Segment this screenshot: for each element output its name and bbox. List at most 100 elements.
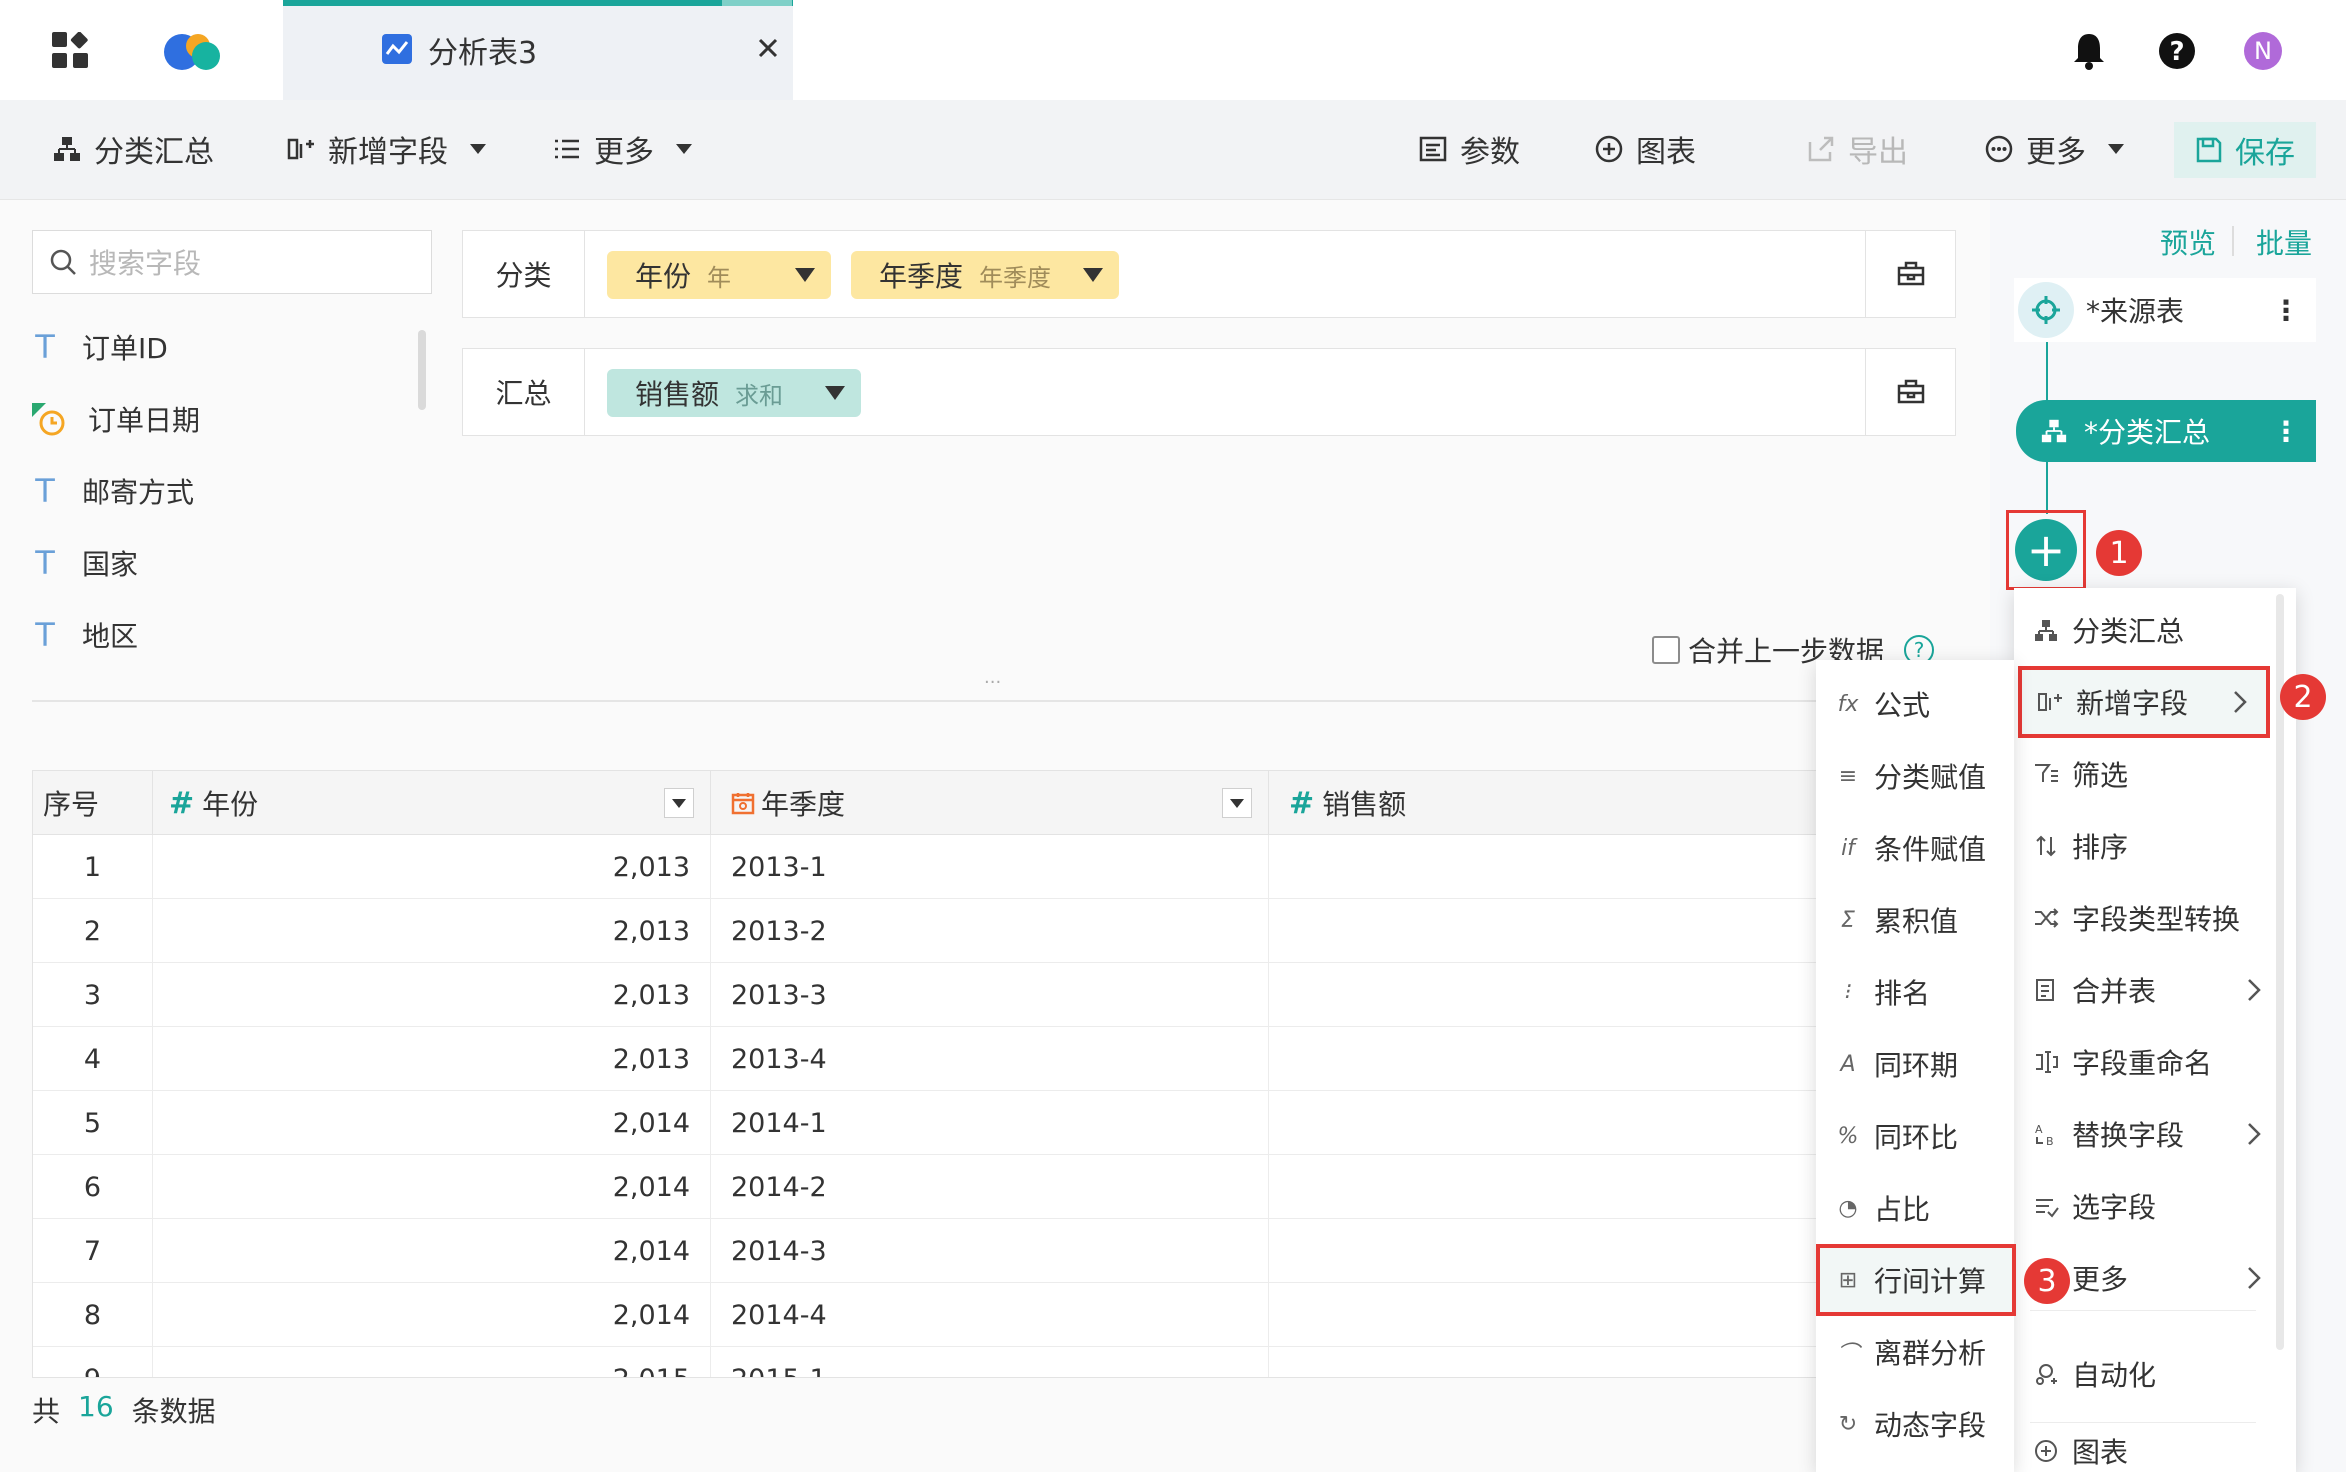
field-item-ship-mode[interactable]: T 邮寄方式 [30,466,194,516]
group-summary-node[interactable]: *分类汇总 ⋮ [2016,400,2316,462]
table-row[interactable]: 52,0142014-148 [33,1091,1971,1155]
add-field-dropdown[interactable]: 新增字段 [286,124,486,174]
footer-prefix: 共 [32,1395,61,1428]
table-cell: 2,013 [153,963,711,1027]
add-field-icon [2036,688,2064,716]
menu-item-rename[interactable]: 字段重命名 [2014,1026,2284,1098]
table-row[interactable]: 22,0132013-266 [33,899,1971,963]
drag-handle-icon[interactable]: ··· [984,672,1001,693]
submenu-item[interactable]: ◔ 占比 [1816,1172,2014,1244]
group-node-label: *分类汇总 [2084,416,2211,449]
avatar[interactable]: N [2244,32,2282,70]
save-button[interactable]: 保存 [2174,122,2316,178]
submenu-item[interactable]: ≡ 分类赋值 [1816,740,2014,812]
submenu-item-label: 排名 [1874,977,1931,1010]
table-row[interactable]: 92,0152015-157 [33,1347,1971,1377]
chevron-down-icon [2108,144,2124,154]
bell-icon[interactable] [2072,32,2106,70]
menu-item-group[interactable]: 分类汇总 [2014,594,2284,666]
group-chip-year-quarter[interactable]: 年季度 年季度 [851,251,1119,299]
submenu-item[interactable]: A 同环期 [1816,1028,2014,1100]
merge-icon [2032,976,2060,1004]
params-label: 参数 [1460,135,1520,170]
logo-icon [160,32,224,72]
menu-item-label: 替换字段 [2072,1119,2185,1152]
export-button[interactable]: 导出 [1806,124,1908,174]
menu-item-chart[interactable]: 图表 [2014,1430,2284,1472]
chevron-down-icon[interactable] [795,268,815,282]
column-menu-button[interactable] [664,788,694,818]
add-step-button[interactable]: + [2015,519,2077,581]
summary-row-label: 汇总 [463,349,585,435]
rename-icon [2032,1048,2060,1076]
batch-link[interactable]: 批量 [2256,222,2312,262]
preview-link[interactable]: 预览 [2160,222,2216,262]
submenu-item[interactable]: ⁝ 排名 [1816,956,2014,1028]
field-item-order-id[interactable]: T 订单ID [30,322,168,372]
menu-item-merge[interactable]: 合并表 [2014,954,2284,1026]
source-table-node[interactable]: *来源表 ⋮ [2014,278,2316,342]
field-list-scrollbar[interactable] [418,330,426,410]
plus-circle-icon [1595,135,1623,163]
menu-item-select[interactable]: 选字段 [2014,1170,2284,1242]
menu-item-label: 选字段 [2072,1191,2157,1224]
params-button[interactable]: 参数 [1418,124,1520,174]
submenu-item-label: 同环期 [1874,1049,1959,1082]
menu-item-auto[interactable]: 自动化 [2014,1338,2284,1410]
ellipsis-circle-icon [1985,135,2013,163]
group-chip-year[interactable]: 年份 年 [607,251,831,299]
table-cell: 2 [33,899,153,963]
submenu-item[interactable]: Σ 累积值 [1816,884,2014,956]
checkbox-box[interactable] [1652,636,1680,664]
chevron-down-icon[interactable] [825,386,845,400]
table-row[interactable]: 62,0142014-289 [33,1155,1971,1219]
table-row[interactable]: 82,0142014-41,12 [33,1283,1971,1347]
clear-group-button[interactable] [1865,231,1955,317]
clear-summary-button[interactable] [1865,349,1955,435]
submenu-item-label: 公式 [1874,689,1931,722]
column-menu-button[interactable] [1222,788,1252,818]
apps-grid-icon[interactable] [52,32,90,70]
splitter[interactable] [32,700,1956,702]
group-summary-button[interactable]: 分类汇总 [52,124,214,174]
table-cell: 2,015 [153,1347,711,1377]
close-tab-icon[interactable] [756,36,780,60]
table-row[interactable]: 32,0132013-381 [33,963,1971,1027]
chart-button[interactable]: 图表 [1594,124,1696,174]
menu-item-add-field[interactable]: 新增字段 [2018,666,2270,738]
chevron-down-icon[interactable] [1083,268,1103,282]
kebab-menu-icon[interactable]: ⋮ [2272,415,2300,448]
header-year-quarter[interactable]: 年季度 [711,771,1269,835]
submenu-item[interactable]: % 同环比 [1816,1100,2014,1172]
table-row[interactable]: 42,0132013-492 [33,1027,1971,1091]
table-row[interactable]: 12,0132013-150 [33,835,1971,899]
field-item-region[interactable]: T 地区 [30,610,138,660]
submenu-item[interactable]: ↻ 动态字段 [1816,1388,2014,1460]
menu-item-sort[interactable]: 排序 [2014,810,2284,882]
submenu-item[interactable]: ⌒ 离群分析 [1816,1316,2014,1388]
kebab-menu-icon[interactable]: ⋮ [2272,294,2300,327]
tab-analysis[interactable] [283,0,793,100]
chip-label: 年份 [635,260,692,293]
submenu-item[interactable]: if 条件赋值 [1816,812,2014,884]
table-row[interactable]: 72,0142014-389 [33,1219,1971,1283]
table-cell: 5 [33,1091,153,1155]
search-input[interactable]: 搜索字段 [32,230,432,294]
field-item-country[interactable]: T 国家 [30,538,138,588]
calc-icon: ⌒ [1836,1342,1859,1367]
menu-item-replace[interactable]: A B 替换字段 [2014,1098,2284,1170]
submenu-item-label: 离群分析 [1874,1337,1987,1370]
more-right-dropdown[interactable]: 更多 [1984,124,2124,174]
menu-item-filter[interactable]: 筛选 [2014,738,2284,810]
help-icon[interactable]: ? [2158,32,2196,70]
header-year[interactable]: # 年份 [153,771,711,835]
summary-chip-sales[interactable]: 销售额 求和 [607,369,861,417]
menu-item-convert[interactable]: 字段类型转换 [2014,882,2284,954]
field-label: 国家 [82,548,139,581]
tab-title[interactable]: 分析表3 [428,28,537,72]
more-left-dropdown[interactable]: 更多 [552,124,692,174]
submenu-item[interactable]: ⊞ 行间计算 [1816,1244,2016,1316]
chevron-down-icon [676,144,692,154]
submenu-item[interactable]: fx 公式 [1816,668,2014,740]
field-item-order-date[interactable]: 订单日期 [30,394,200,444]
